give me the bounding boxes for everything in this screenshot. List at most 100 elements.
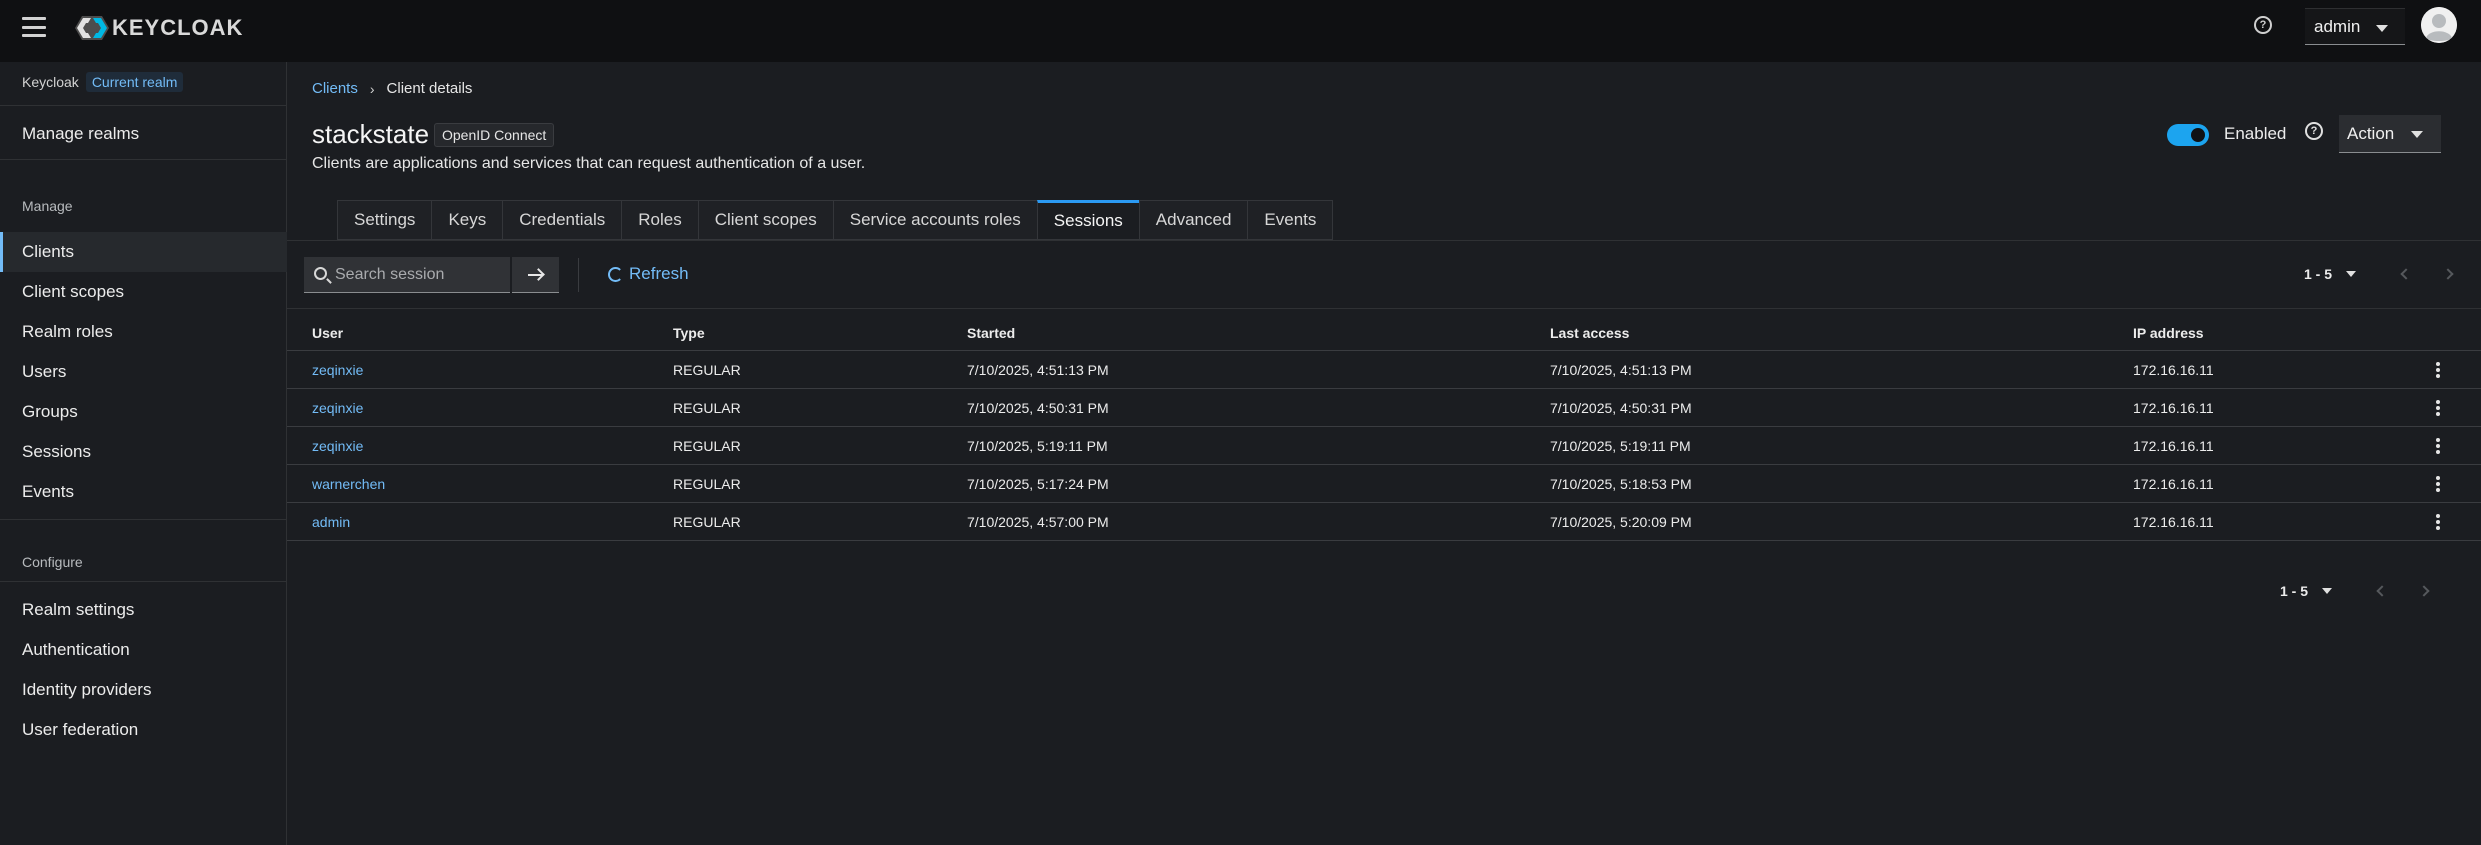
pagination-range[interactable]: 1 - 5 [2304, 266, 2332, 282]
chevron-down-icon[interactable] [2322, 588, 2333, 594]
tab-keys[interactable]: Keys [431, 200, 503, 240]
tab-service-accounts-roles[interactable]: Service accounts roles [832, 200, 1037, 240]
kebab-icon[interactable] [2430, 474, 2446, 494]
chevron-left-icon[interactable] [2400, 268, 2412, 280]
refresh-icon [608, 266, 623, 282]
avatar-silhouette [2421, 7, 2457, 43]
column-header-type[interactable]: Type [673, 325, 705, 341]
sidebar-item-manage-realms[interactable]: Manage realms [22, 124, 139, 144]
search-icon [314, 267, 327, 280]
session-user-link[interactable]: zeqinxie [312, 438, 363, 454]
sidebar-item-user-federation[interactable]: User federation [0, 710, 287, 750]
kebab-icon[interactable] [2430, 436, 2446, 456]
chevron-left-icon[interactable] [2376, 585, 2388, 597]
sidebar-group-manage: Manage [22, 198, 73, 214]
table-row: admin REGULAR 7/10/2025, 4:57:00 PM 7/10… [287, 503, 2481, 541]
pagination-top: 1 - 5 [2304, 266, 2357, 282]
session-started: 7/10/2025, 4:51:13 PM [967, 362, 1109, 378]
breadcrumb-current: Client details [386, 80, 473, 97]
session-user-link[interactable]: warnerchen [312, 476, 385, 492]
sidebar-item-client-scopes[interactable]: Client scopes [0, 272, 287, 312]
sidebar-item-realm-roles[interactable]: Realm roles [0, 312, 287, 352]
refresh-button[interactable]: Refresh [608, 264, 689, 284]
keycloak-logo-icon [75, 16, 109, 40]
page-title: stackstate [312, 119, 430, 149]
sidebar-item-events[interactable]: Events [0, 472, 287, 512]
breadcrumb: Clients › Client details [312, 80, 472, 97]
table-row: zeqinxie REGULAR 7/10/2025, 4:51:13 PM 7… [287, 351, 2481, 389]
session-type: REGULAR [673, 514, 741, 530]
kebab-icon[interactable] [2430, 398, 2446, 418]
session-user-link[interactable]: zeqinxie [312, 400, 363, 416]
realm-selector[interactable]: Keycloak Current realm [22, 72, 184, 92]
column-header-ip-address[interactable]: IP address [2133, 325, 2204, 341]
session-started: 7/10/2025, 5:19:11 PM [967, 438, 1108, 454]
sidebar-divider [0, 159, 287, 160]
chevron-down-icon [2376, 25, 2388, 32]
session-started: 7/10/2025, 4:57:00 PM [967, 514, 1109, 530]
help-icon[interactable]: ? [2305, 122, 2323, 140]
session-ip: 172.16.16.11 [2133, 400, 2214, 416]
table-divider [287, 308, 2481, 309]
session-type: REGULAR [673, 476, 741, 492]
session-user-link[interactable]: admin [312, 514, 350, 530]
session-last-access: 7/10/2025, 5:19:11 PM [1550, 438, 1691, 454]
refresh-label: Refresh [629, 264, 689, 283]
session-user-link[interactable]: zeqinxie [312, 362, 363, 378]
pagination-range[interactable]: 1 - 5 [2280, 583, 2308, 599]
sidebar-item-authentication[interactable]: Authentication [0, 630, 287, 670]
table-header: User Type Started Last access IP address [287, 315, 2481, 351]
user-menu-dropdown[interactable]: admin [2305, 8, 2405, 45]
user-avatar-icon[interactable] [2421, 7, 2457, 43]
enabled-toggle[interactable] [2167, 124, 2209, 146]
kebab-icon[interactable] [2430, 360, 2446, 380]
tab-sessions[interactable]: Sessions [1036, 200, 1139, 240]
session-last-access: 7/10/2025, 4:50:31 PM [1550, 400, 1692, 416]
column-header-last-access[interactable]: Last access [1550, 325, 1629, 341]
tab-roles[interactable]: Roles [621, 200, 698, 240]
session-type: REGULAR [673, 438, 741, 454]
pagination-bottom: 1 - 5 [2280, 583, 2333, 599]
search-input[interactable] [335, 257, 507, 292]
tab-advanced[interactable]: Advanced [1138, 200, 1248, 240]
sidebar-divider [0, 105, 287, 106]
session-type: REGULAR [673, 362, 741, 378]
table-row: zeqinxie REGULAR 7/10/2025, 4:50:31 PM 7… [287, 389, 2481, 427]
action-dropdown[interactable]: Action [2339, 115, 2441, 153]
sidebar-item-sessions[interactable]: Sessions [0, 432, 287, 472]
user-menu-label: admin [2314, 16, 2361, 36]
tabs-divider [287, 240, 2481, 241]
column-header-started[interactable]: Started [967, 325, 1015, 341]
column-header-user[interactable]: User [312, 325, 343, 341]
page-description: Clients are applications and services th… [312, 155, 866, 172]
session-ip: 172.16.16.11 [2133, 362, 2214, 378]
enabled-label: Enabled [2224, 124, 2287, 143]
chevron-right-icon[interactable] [2418, 585, 2430, 597]
sidebar-divider [0, 581, 287, 582]
sidebar-item-identity-providers[interactable]: Identity providers [0, 670, 287, 710]
hamburger-icon[interactable] [22, 15, 46, 39]
chevron-down-icon[interactable] [2346, 271, 2357, 277]
kebab-icon[interactable] [2430, 512, 2446, 532]
brand-logo[interactable]: KEYCLOAK [74, 14, 243, 42]
session-type: REGULAR [673, 400, 741, 416]
chevron-right-icon[interactable] [2442, 268, 2454, 280]
breadcrumb-clients-link[interactable]: Clients [312, 80, 358, 97]
sidebar-item-realm-settings[interactable]: Realm settings [0, 590, 287, 630]
search-submit-button[interactable] [512, 257, 559, 293]
realm-name: Keycloak [22, 74, 79, 90]
sidebar-item-groups[interactable]: Groups [0, 392, 287, 432]
sidebar-item-users[interactable]: Users [0, 352, 287, 392]
tab-client-scopes[interactable]: Client scopes [697, 200, 833, 240]
toolbar-divider [578, 258, 579, 292]
tab-settings[interactable]: Settings [337, 200, 432, 240]
action-dropdown-label: Action [2347, 123, 2395, 143]
help-icon[interactable]: ? [2254, 16, 2272, 34]
client-tabs: Settings Keys Credentials Roles Client s… [337, 200, 1334, 240]
sidebar-item-clients[interactable]: Clients [0, 232, 287, 272]
sidebar-divider [0, 519, 287, 520]
table-row: zeqinxie REGULAR 7/10/2025, 5:19:11 PM 7… [287, 427, 2481, 465]
session-last-access: 7/10/2025, 4:51:13 PM [1550, 362, 1692, 378]
tab-events[interactable]: Events [1247, 200, 1334, 240]
tab-credentials[interactable]: Credentials [502, 200, 622, 240]
